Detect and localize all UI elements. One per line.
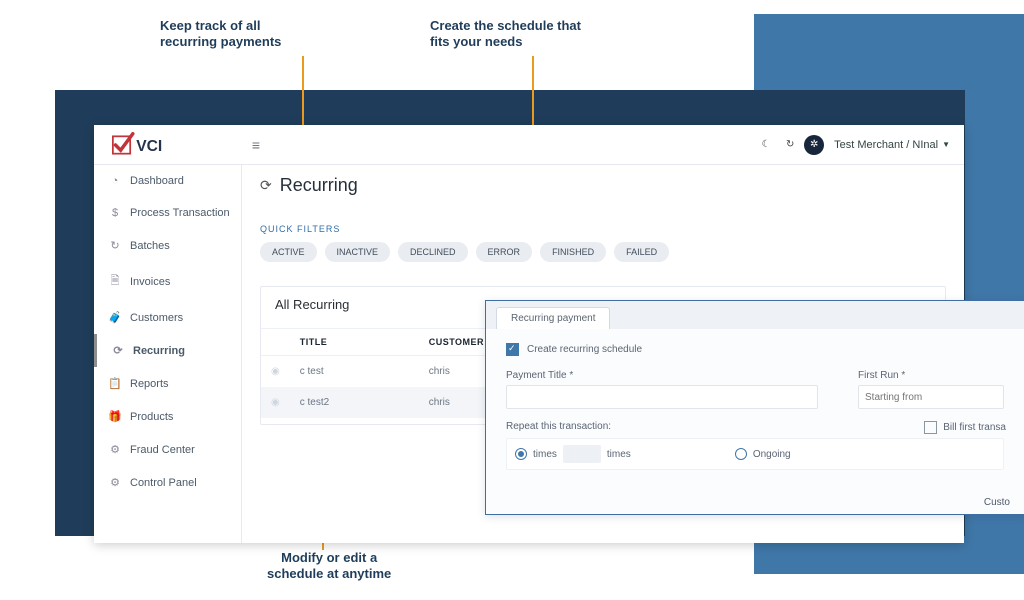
callout-modify: Modify or edit a schedule at anytime [267, 550, 391, 583]
cycle-icon: ↻ [108, 239, 122, 252]
popup-footer-text: Custo [984, 497, 1010, 508]
col-eye [261, 329, 290, 356]
clipboard-icon: 📋 [108, 377, 122, 390]
sidebar-item-dashboard[interactable]: ◔ Dashboard [94, 165, 241, 197]
sidebar-item-label: Products [130, 411, 173, 423]
sidebar-item-batches[interactable]: ↻ Batches [94, 229, 241, 262]
sidebar-item-label: Fraud Center [130, 444, 195, 456]
sidebar-item-fraud-center[interactable]: ⚙ Fraud Center [94, 433, 241, 466]
first-run-input[interactable] [858, 385, 1004, 409]
payment-title-label: Payment Title * [506, 370, 818, 381]
sidebar-item-label: Batches [130, 240, 170, 252]
chevron-down-icon: ▼ [942, 140, 950, 149]
page-title-text: Recurring [280, 175, 358, 196]
filter-active[interactable]: ACTIVE [260, 242, 317, 262]
gear-icon: ⚙ [108, 476, 122, 489]
tenant-dropdown[interactable]: Test Merchant / NInal ▼ [834, 139, 950, 151]
refresh-icon[interactable]: ↻ [780, 135, 800, 155]
quick-filters: ACTIVE INACTIVE DECLINED ERROR FINISHED … [260, 242, 946, 262]
topbar: VCI ≡ ☾ ↻ ✲ Test Merchant / NInal ▼ [94, 125, 964, 165]
repeat-ongoing-option[interactable]: Ongoing [735, 448, 791, 460]
sidebar-item-label: Customers [130, 312, 183, 324]
col-title[interactable]: TITLE [290, 329, 419, 356]
sidebar-item-reports[interactable]: 📋 Reports [94, 367, 241, 400]
sidebar-item-label: Invoices [130, 276, 170, 288]
bill-first-checkbox[interactable] [924, 421, 937, 434]
sidebar-item-label: Reports [130, 378, 169, 390]
sidebar-item-process-transaction[interactable]: $ Process Transaction [94, 197, 241, 229]
page-title: ⟳ Recurring [260, 175, 946, 196]
repeat-ongoing-radio[interactable] [735, 448, 747, 460]
cell-title: c test [290, 356, 419, 388]
repeat-ongoing-label: Ongoing [753, 449, 791, 460]
first-run-label: First Run * [858, 370, 1004, 381]
gear-icon: ⚙ [108, 443, 122, 456]
filter-inactive[interactable]: INACTIVE [325, 242, 391, 262]
callout-schedule: Create the schedule that fits your needs [430, 18, 581, 51]
create-recurring-checkbox[interactable] [506, 343, 519, 356]
sidebar: ◔ Dashboard $ Process Transaction ↻ Batches… [94, 165, 242, 543]
cell-title: c test2 [290, 387, 419, 418]
sidebar-item-label: Control Panel [130, 477, 197, 489]
sidebar-item-control-panel[interactable]: ⚙ Control Panel [94, 466, 241, 499]
sidebar-item-label: Recurring [133, 345, 185, 357]
tab-recurring-payment[interactable]: Recurring payment [496, 307, 610, 329]
tenant-name: Test Merchant / NInal [834, 139, 938, 151]
popup-tabs: Recurring payment [486, 301, 1024, 329]
briefcase-icon: 🧳 [108, 311, 122, 324]
eye-icon[interactable]: ◉ [261, 387, 290, 418]
svg-text:VCI: VCI [136, 138, 162, 155]
filter-failed[interactable]: FAILED [614, 242, 669, 262]
repeat-times-suffix: times [607, 449, 631, 460]
create-recurring-label: Create recurring schedule [527, 344, 642, 355]
gauge-icon: ◔ [108, 175, 122, 187]
repeat-times-word: times [533, 449, 557, 460]
moon-icon[interactable]: ☾ [756, 135, 776, 155]
brand: VCI [94, 125, 242, 165]
sidebar-item-customers[interactable]: 🧳 Customers [94, 301, 241, 334]
sidebar-collapse-icon[interactable]: ≡ [242, 137, 270, 153]
recurring-payment-popup: Recurring payment Create recurring sched… [485, 300, 1024, 515]
gift-icon: 🎁 [108, 410, 122, 423]
brand-logo-icon: VCI [112, 132, 190, 158]
sidebar-item-products[interactable]: 🎁 Products [94, 400, 241, 433]
repeat-times-option[interactable]: times times [515, 445, 631, 463]
quick-filters-label: QUICK FILTERS [260, 224, 946, 234]
eye-icon[interactable]: ◉ [261, 356, 290, 388]
filter-finished[interactable]: FINISHED [540, 242, 606, 262]
repeat-times-input[interactable] [563, 445, 601, 463]
document-icon: 🗎 [108, 272, 122, 291]
payment-title-input[interactable] [506, 385, 818, 409]
recurring-icon: ⟳ [111, 344, 125, 357]
callout-track: Keep track of all recurring payments [160, 18, 281, 51]
sidebar-item-recurring[interactable]: ⟳ Recurring [94, 334, 241, 367]
repeat-times-radio[interactable] [515, 448, 527, 460]
sidebar-item-label: Process Transaction [130, 207, 230, 219]
recurring-icon: ⟳ [260, 177, 272, 194]
filter-declined[interactable]: DECLINED [398, 242, 468, 262]
settings-icon[interactable]: ✲ [804, 135, 824, 155]
sidebar-item-label: Dashboard [130, 175, 184, 187]
filter-error[interactable]: ERROR [476, 242, 533, 262]
sidebar-item-invoices[interactable]: 🗎 Invoices [94, 262, 241, 301]
bill-first-label: Bill first transa [943, 422, 1006, 433]
dollar-icon: $ [108, 207, 122, 219]
